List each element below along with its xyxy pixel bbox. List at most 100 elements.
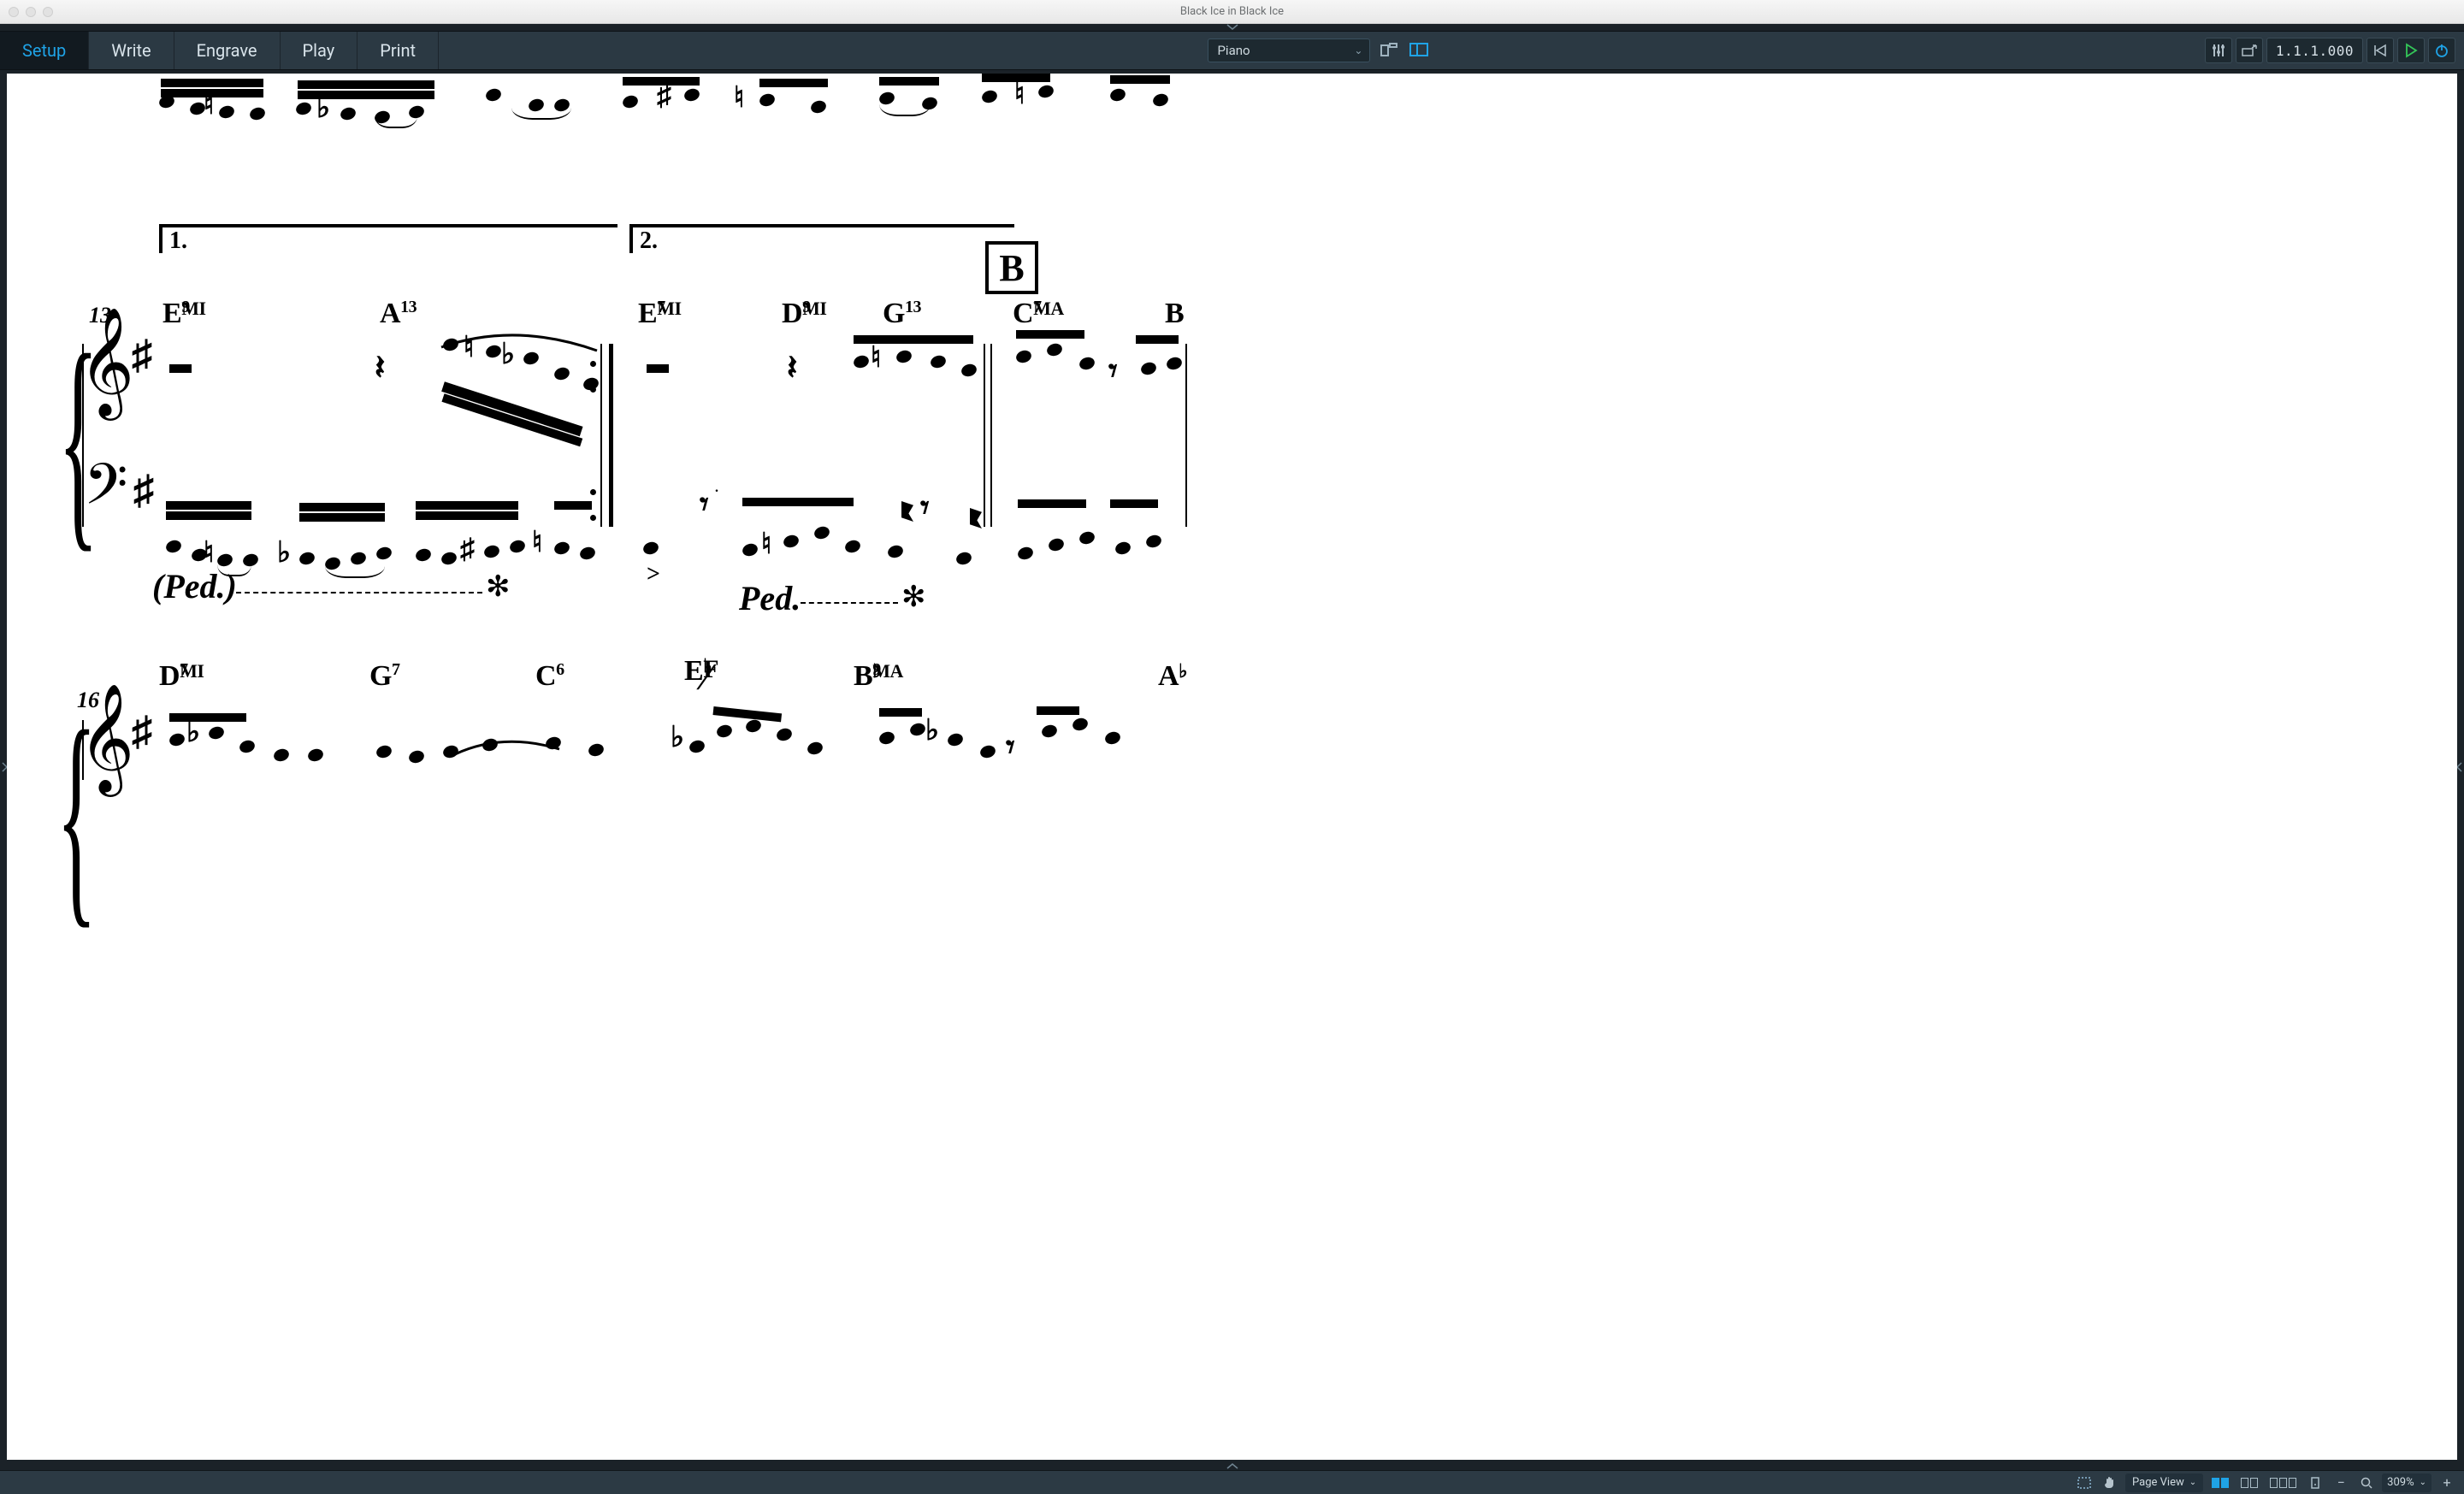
zoom-tool-button[interactable]	[2356, 1474, 2377, 1491]
page-arrangement-spreads-button[interactable]	[2208, 1474, 2232, 1491]
pedal-release-icon: ✻	[486, 570, 511, 604]
layout-counterpart-button[interactable]	[1406, 38, 1432, 62]
sharp-accidental: ♯	[460, 534, 475, 566]
chord-g13: G13	[883, 298, 905, 330]
view-mode-label: Page View	[2132, 1476, 2184, 1489]
zoom-out-button[interactable]: −	[2331, 1474, 2351, 1491]
note	[248, 106, 266, 122]
view-mode-dropdown[interactable]: Page View ⌄	[2125, 1473, 2203, 1492]
note	[886, 544, 904, 560]
score-page[interactable]: ♮ ♭ ♯ ♮ ♮ 1. 2. B 13 EMI9 A13 EMI7 DMI9 …	[7, 74, 2457, 1460]
note	[641, 540, 659, 557]
beam	[1110, 75, 1170, 84]
panel-handle-bottom[interactable]	[0, 1463, 2464, 1470]
beam	[982, 74, 1050, 82]
note	[339, 106, 357, 122]
mode-tab-engrave[interactable]: Engrave	[174, 32, 281, 69]
page-arrangement-vertical-button[interactable]	[2266, 1474, 2300, 1491]
chord-dmi7: DMI7	[159, 660, 180, 693]
panel-handle-top[interactable]	[0, 24, 2464, 31]
chord-dmi9: DMI9	[782, 298, 802, 330]
accent-mark: >	[647, 561, 660, 588]
hand-tool-button[interactable]	[2100, 1474, 2120, 1491]
chord-c6: C6	[535, 660, 556, 693]
hand-icon	[2103, 1476, 2117, 1490]
barline	[990, 344, 992, 527]
tie	[325, 566, 385, 578]
note	[954, 551, 972, 567]
minimize-dot-icon[interactable]	[26, 7, 36, 17]
barline	[82, 720, 84, 780]
page-arrangement-single-button[interactable]	[2237, 1474, 2261, 1491]
end-repeat-barline	[609, 344, 613, 527]
power-icon	[2434, 43, 2449, 58]
flat-accidental: ♭	[925, 713, 939, 747]
maximize-dot-icon[interactable]	[43, 7, 53, 17]
beam	[169, 713, 246, 722]
chord-g7: G7	[369, 660, 392, 693]
score-area[interactable]: ♮ ♭ ♯ ♮ ♮ 1. 2. B 13 EMI9 A13 EMI7 DMI9 …	[0, 70, 2464, 1463]
chevron-left-icon	[2456, 762, 2463, 772]
play-button[interactable]	[2397, 38, 2425, 63]
zoom-dropdown[interactable]: 309% ⌄	[2382, 1473, 2432, 1492]
natural-accidental: ♮	[532, 525, 542, 559]
instrument-dropdown-label: Piano	[1217, 43, 1250, 58]
eighth-rest: 𝄾	[920, 487, 930, 528]
play-icon	[2403, 43, 2419, 58]
note	[552, 540, 570, 557]
beam	[299, 513, 385, 522]
chord-ab: A♭	[1158, 660, 1179, 693]
layout-tabs-button[interactable]	[1377, 38, 1403, 62]
mode-tab-print[interactable]: Print	[357, 32, 439, 69]
beam	[1018, 499, 1086, 508]
half-rest	[647, 364, 669, 373]
slur	[452, 732, 563, 763]
status-bar: Page View ⌄ − 309% ⌄ +	[0, 1470, 2464, 1494]
tie	[879, 104, 931, 116]
beam	[879, 77, 939, 86]
mixer-button[interactable]	[2205, 38, 2232, 63]
note	[414, 547, 432, 564]
note	[440, 551, 458, 567]
audio-engine-power-button[interactable]	[2428, 38, 2455, 63]
tie	[375, 116, 417, 128]
mode-tab-setup[interactable]: Setup	[0, 32, 89, 69]
pedal-release-icon: ✻	[901, 580, 926, 614]
mode-tab-write[interactable]: Write	[89, 32, 174, 69]
rewind-button[interactable]	[2367, 38, 2394, 63]
note	[782, 534, 800, 550]
zoom-in-button[interactable]: +	[2437, 1474, 2457, 1491]
instrument-dropdown[interactable]: Piano ⌄	[1208, 38, 1370, 62]
beam	[1136, 335, 1179, 344]
note	[621, 94, 639, 110]
chord-cma7: CMA7	[1013, 298, 1033, 330]
natural-accidental: ♮	[204, 535, 214, 570]
mode-tab-play[interactable]: Play	[281, 32, 358, 69]
note	[1047, 537, 1065, 553]
marquee-icon	[2077, 1477, 2091, 1489]
vertical-pages-icon	[2270, 1478, 2296, 1488]
note	[1144, 534, 1162, 550]
note	[349, 551, 367, 567]
beam	[166, 511, 251, 520]
pedal-continuation: (Ped.)	[152, 566, 237, 606]
barline	[600, 344, 602, 527]
pages-icon	[2241, 1478, 2258, 1488]
title-bar: Black Ice in Black Ice	[0, 0, 2464, 24]
transport-window-button[interactable]	[2236, 38, 2263, 63]
beam	[759, 79, 828, 87]
beam	[161, 79, 263, 87]
chord-bbma9: B♭MA9	[854, 660, 872, 693]
note	[1114, 540, 1132, 557]
close-dot-icon[interactable]	[9, 7, 19, 17]
note	[1037, 84, 1055, 100]
beam	[416, 511, 518, 520]
chevron-down-icon: ⌄	[2420, 1478, 2426, 1487]
page-arrangement-settings-button[interactable]	[2305, 1474, 2325, 1491]
chord-emi9: EMI9	[162, 298, 181, 330]
chord-emi7: EMI7	[638, 298, 657, 330]
note	[1078, 530, 1096, 546]
key-signature-sharp: ♯	[132, 708, 152, 755]
dot: .	[715, 481, 718, 496]
marquee-tool-button[interactable]	[2074, 1474, 2095, 1491]
